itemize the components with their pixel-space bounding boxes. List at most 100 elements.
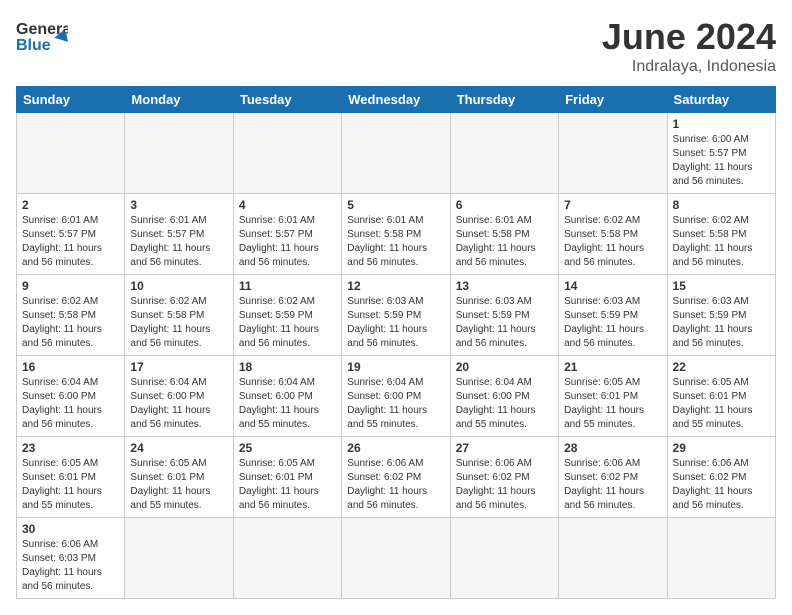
day-info: Sunrise: 6:05 AM Sunset: 6:01 PM Dayligh… bbox=[22, 457, 119, 513]
calendar-week-row: 1 Sunrise: 6:00 AM Sunset: 5:57 PM Daylig… bbox=[17, 113, 776, 194]
day-number: 29 bbox=[673, 441, 770, 455]
day-info: Sunrise: 6:03 AM Sunset: 5:59 PM Dayligh… bbox=[347, 295, 444, 351]
calendar-day-cell: 22 Sunrise: 6:05 AM Sunset: 6:01 PM Dayli… bbox=[667, 356, 775, 437]
weekday-header-saturday: Saturday bbox=[667, 87, 775, 113]
calendar-day-cell bbox=[450, 113, 558, 194]
day-info: Sunrise: 6:06 AM Sunset: 6:03 PM Dayligh… bbox=[22, 538, 119, 594]
calendar-day-cell bbox=[233, 518, 341, 599]
calendar-day-cell: 13 Sunrise: 6:03 AM Sunset: 5:59 PM Dayli… bbox=[450, 275, 558, 356]
day-number: 1 bbox=[673, 117, 770, 131]
day-number: 8 bbox=[673, 198, 770, 212]
day-info: Sunrise: 6:06 AM Sunset: 6:02 PM Dayligh… bbox=[456, 457, 553, 513]
svg-text:Blue: Blue bbox=[16, 37, 51, 54]
day-info: Sunrise: 6:04 AM Sunset: 6:00 PM Dayligh… bbox=[347, 376, 444, 432]
day-info: Sunrise: 6:00 AM Sunset: 5:57 PM Dayligh… bbox=[673, 133, 770, 189]
calendar-day-cell bbox=[667, 518, 775, 599]
day-info: Sunrise: 6:02 AM Sunset: 5:58 PM Dayligh… bbox=[22, 295, 119, 351]
day-number: 14 bbox=[564, 279, 661, 293]
day-number: 30 bbox=[22, 522, 119, 536]
calendar-day-cell: 26Sunrise: 6:06 AM Sunset: 6:02 PM Dayli… bbox=[342, 437, 450, 518]
calendar-day-cell bbox=[342, 518, 450, 599]
calendar-day-cell: 14 Sunrise: 6:03 AM Sunset: 5:59 PM Dayli… bbox=[559, 275, 667, 356]
day-info: Sunrise: 6:01 AM Sunset: 5:58 PM Dayligh… bbox=[347, 214, 444, 270]
calendar-day-cell: 19 Sunrise: 6:04 AM Sunset: 6:00 PM Dayli… bbox=[342, 356, 450, 437]
calendar-day-cell: 6 Sunrise: 6:01 AM Sunset: 5:58 PM Daylig… bbox=[450, 194, 558, 275]
day-number: 26 bbox=[347, 441, 444, 455]
day-number: 23 bbox=[22, 441, 119, 455]
weekday-header-monday: Monday bbox=[125, 87, 233, 113]
calendar-day-cell: 21Sunrise: 6:05 AM Sunset: 6:01 PM Dayli… bbox=[559, 356, 667, 437]
day-info: Sunrise: 6:05 AM Sunset: 6:01 PM Dayligh… bbox=[673, 376, 770, 432]
day-info: Sunrise: 6:03 AM Sunset: 5:59 PM Dayligh… bbox=[564, 295, 661, 351]
weekday-header-wednesday: Wednesday bbox=[342, 87, 450, 113]
day-number: 5 bbox=[347, 198, 444, 212]
calendar-day-cell bbox=[342, 113, 450, 194]
calendar-day-cell: 2Sunrise: 6:01 AM Sunset: 5:57 PM Daylig… bbox=[17, 194, 125, 275]
day-info: Sunrise: 6:01 AM Sunset: 5:58 PM Dayligh… bbox=[456, 214, 553, 270]
day-info: Sunrise: 6:02 AM Sunset: 5:58 PM Dayligh… bbox=[564, 214, 661, 270]
calendar-day-cell: 12 Sunrise: 6:03 AM Sunset: 5:59 PM Dayli… bbox=[342, 275, 450, 356]
weekday-header-thursday: Thursday bbox=[450, 87, 558, 113]
day-number: 27 bbox=[456, 441, 553, 455]
calendar-week-row: 9 Sunrise: 6:02 AM Sunset: 5:58 PM Daylig… bbox=[17, 275, 776, 356]
calendar-table: SundayMondayTuesdayWednesdayThursdayFrid… bbox=[16, 86, 776, 599]
calendar-day-cell: 20 Sunrise: 6:04 AM Sunset: 6:00 PM Dayli… bbox=[450, 356, 558, 437]
day-info: Sunrise: 6:02 AM Sunset: 5:59 PM Dayligh… bbox=[239, 295, 336, 351]
day-info: Sunrise: 6:05 AM Sunset: 6:01 PM Dayligh… bbox=[239, 457, 336, 513]
calendar-day-cell: 1 Sunrise: 6:00 AM Sunset: 5:57 PM Daylig… bbox=[667, 113, 775, 194]
day-info: Sunrise: 6:04 AM Sunset: 6:00 PM Dayligh… bbox=[130, 376, 227, 432]
calendar-day-cell: 15 Sunrise: 6:03 AM Sunset: 5:59 PM Dayli… bbox=[667, 275, 775, 356]
calendar-day-cell: 18Sunrise: 6:04 AM Sunset: 6:00 PM Dayli… bbox=[233, 356, 341, 437]
calendar-day-cell: 23 Sunrise: 6:05 AM Sunset: 6:01 PM Dayli… bbox=[17, 437, 125, 518]
calendar-day-cell: 3Sunrise: 6:01 AM Sunset: 5:57 PM Daylig… bbox=[125, 194, 233, 275]
day-number: 11 bbox=[239, 279, 336, 293]
day-info: Sunrise: 6:04 AM Sunset: 6:00 PM Dayligh… bbox=[456, 376, 553, 432]
day-info: Sunrise: 6:01 AM Sunset: 5:57 PM Dayligh… bbox=[239, 214, 336, 270]
weekday-header-sunday: Sunday bbox=[17, 87, 125, 113]
logo-icon: General Blue bbox=[16, 16, 68, 56]
day-info: Sunrise: 6:02 AM Sunset: 5:58 PM Dayligh… bbox=[130, 295, 227, 351]
title-block: June 2024 Indralaya, Indonesia bbox=[602, 16, 776, 76]
day-info: Sunrise: 6:01 AM Sunset: 5:57 PM Dayligh… bbox=[130, 214, 227, 270]
calendar-day-cell: 5 Sunrise: 6:01 AM Sunset: 5:58 PM Daylig… bbox=[342, 194, 450, 275]
calendar-day-cell bbox=[559, 518, 667, 599]
calendar-day-cell: 16Sunrise: 6:04 AM Sunset: 6:00 PM Dayli… bbox=[17, 356, 125, 437]
day-info: Sunrise: 6:03 AM Sunset: 5:59 PM Dayligh… bbox=[673, 295, 770, 351]
day-number: 15 bbox=[673, 279, 770, 293]
day-number: 2 bbox=[22, 198, 119, 212]
calendar-day-cell bbox=[559, 113, 667, 194]
day-number: 19 bbox=[347, 360, 444, 374]
day-info: Sunrise: 6:06 AM Sunset: 6:02 PM Dayligh… bbox=[564, 457, 661, 513]
day-number: 12 bbox=[347, 279, 444, 293]
day-number: 20 bbox=[456, 360, 553, 374]
day-info: Sunrise: 6:06 AM Sunset: 6:02 PM Dayligh… bbox=[673, 457, 770, 513]
day-number: 10 bbox=[130, 279, 227, 293]
calendar-day-cell: 8 Sunrise: 6:02 AM Sunset: 5:58 PM Daylig… bbox=[667, 194, 775, 275]
day-number: 22 bbox=[673, 360, 770, 374]
calendar-day-cell: 9 Sunrise: 6:02 AM Sunset: 5:58 PM Daylig… bbox=[17, 275, 125, 356]
day-number: 13 bbox=[456, 279, 553, 293]
page-header: General Blue June 2024 Indralaya, Indone… bbox=[16, 16, 776, 76]
calendar-week-row: 30 Sunrise: 6:06 AM Sunset: 6:03 PM Dayli… bbox=[17, 518, 776, 599]
location-title: Indralaya, Indonesia bbox=[602, 58, 776, 76]
day-number: 21 bbox=[564, 360, 661, 374]
logo: General Blue bbox=[16, 16, 68, 56]
calendar-day-cell bbox=[125, 113, 233, 194]
calendar-day-cell: 11 Sunrise: 6:02 AM Sunset: 5:59 PM Dayli… bbox=[233, 275, 341, 356]
day-number: 6 bbox=[456, 198, 553, 212]
day-info: Sunrise: 6:02 AM Sunset: 5:58 PM Dayligh… bbox=[673, 214, 770, 270]
day-info: Sunrise: 6:03 AM Sunset: 5:59 PM Dayligh… bbox=[456, 295, 553, 351]
day-number: 7 bbox=[564, 198, 661, 212]
day-info: Sunrise: 6:04 AM Sunset: 6:00 PM Dayligh… bbox=[239, 376, 336, 432]
calendar-day-cell: 27 Sunrise: 6:06 AM Sunset: 6:02 PM Dayli… bbox=[450, 437, 558, 518]
calendar-day-cell bbox=[233, 113, 341, 194]
calendar-day-cell: 7 Sunrise: 6:02 AM Sunset: 5:58 PM Daylig… bbox=[559, 194, 667, 275]
day-number: 25 bbox=[239, 441, 336, 455]
calendar-week-row: 16 Sunrise: 6:04 AM Sunset: 6:00 PM Dayli… bbox=[17, 356, 776, 437]
month-title: June 2024 bbox=[602, 16, 776, 58]
weekday-header-row: SundayMondayTuesdayWednesdayThursdayFrid… bbox=[17, 87, 776, 113]
day-number: 17 bbox=[130, 360, 227, 374]
day-number: 9 bbox=[22, 279, 119, 293]
day-number: 16 bbox=[22, 360, 119, 374]
calendar-day-cell bbox=[125, 518, 233, 599]
